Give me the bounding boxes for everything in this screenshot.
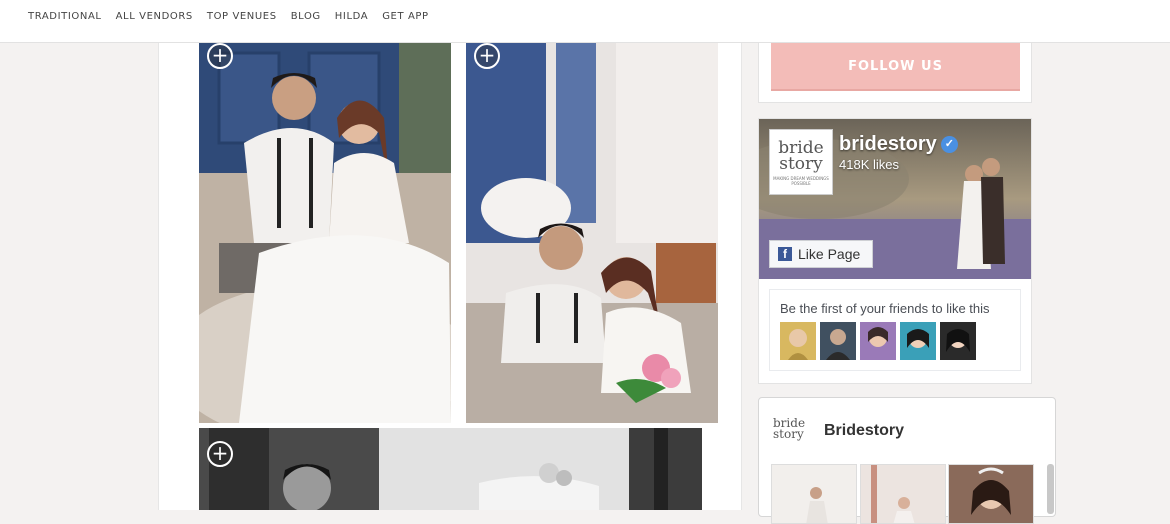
friend-avatar[interactable] xyxy=(940,322,976,360)
bridestory-widget-title[interactable]: Bridestory xyxy=(824,422,904,440)
photo-image xyxy=(199,43,451,423)
facebook-cover-photo[interactable]: bride story MAKING DREAM WEDDINGS POSSIB… xyxy=(759,119,1031,279)
thumbnail-image xyxy=(949,465,1033,523)
facebook-page-widget: bride story MAKING DREAM WEDDINGS POSSIB… xyxy=(758,118,1032,384)
add-to-inspiration-button[interactable]: + xyxy=(474,43,500,69)
like-page-label: Like Page xyxy=(798,246,861,262)
nav-item-get-app[interactable]: GET APP xyxy=(382,11,428,22)
follow-us-button[interactable]: FOLLOW US xyxy=(771,43,1020,89)
photo-image xyxy=(466,43,718,423)
nav-menu: TRADITIONAL ALL VENDORS TOP VENUES BLOG … xyxy=(28,11,443,22)
facebook-page-name[interactable]: bridestory ✓ xyxy=(839,133,958,156)
nav-item-top-venues[interactable]: TOP VENUES xyxy=(207,11,277,22)
facebook-friends-box: Be the first of your friends to like thi… xyxy=(769,289,1021,371)
friend-avatar[interactable] xyxy=(780,322,816,360)
facebook-likes-count: 418K likes xyxy=(839,157,899,172)
like-page-button[interactable]: f Like Page xyxy=(769,240,873,268)
friend-avatar[interactable] xyxy=(900,322,936,360)
bridestory-logo: bride story MAKING DREAM WEDDINGS POSSIB… xyxy=(769,129,833,195)
friend-avatar[interactable] xyxy=(860,322,896,360)
logo-tagline: MAKING DREAM WEDDINGS POSSIBLE xyxy=(773,176,829,186)
photo-image xyxy=(199,428,702,510)
thumbnail-image xyxy=(861,465,945,523)
friends-like-text: Be the first of your friends to like thi… xyxy=(780,301,990,316)
nav-item-traditional[interactable]: TRADITIONAL xyxy=(28,11,102,22)
bridestory-feed-widget: bride story Bridestory xyxy=(758,397,1056,524)
friend-avatar[interactable] xyxy=(820,322,856,360)
friend-avatars xyxy=(780,322,980,360)
gallery-photo-couple-lying[interactable]: + xyxy=(466,43,718,423)
feed-scrollbar[interactable] xyxy=(1047,464,1054,514)
facebook-icon: f xyxy=(778,247,792,261)
verified-badge-icon: ✓ xyxy=(940,136,958,154)
gallery-photo-couple-sitting[interactable]: + xyxy=(199,43,451,423)
bridestory-small-logo: bride story xyxy=(773,416,806,441)
feed-thumbnail[interactable] xyxy=(771,464,857,524)
logo-wordmark: bride story xyxy=(778,138,824,174)
nav-item-hilda[interactable]: HILDA xyxy=(335,11,368,22)
gallery-photo-black-white[interactable]: + xyxy=(199,428,702,510)
thumbnail-image xyxy=(772,465,856,523)
add-to-inspiration-button[interactable]: + xyxy=(207,43,233,69)
feed-thumbnail[interactable] xyxy=(948,464,1034,524)
page-name-text: bridestory xyxy=(839,133,937,155)
follow-us-card: FOLLOW US xyxy=(758,43,1032,103)
gallery-column: + + + xyxy=(158,43,742,510)
feed-thumbnail[interactable] xyxy=(860,464,946,524)
nav-item-all-vendors[interactable]: ALL VENDORS xyxy=(116,11,193,22)
nav-item-blog[interactable]: BLOG xyxy=(291,11,321,22)
add-to-inspiration-button[interactable]: + xyxy=(207,441,233,467)
top-navigation: TRADITIONAL ALL VENDORS TOP VENUES BLOG … xyxy=(0,0,1170,43)
